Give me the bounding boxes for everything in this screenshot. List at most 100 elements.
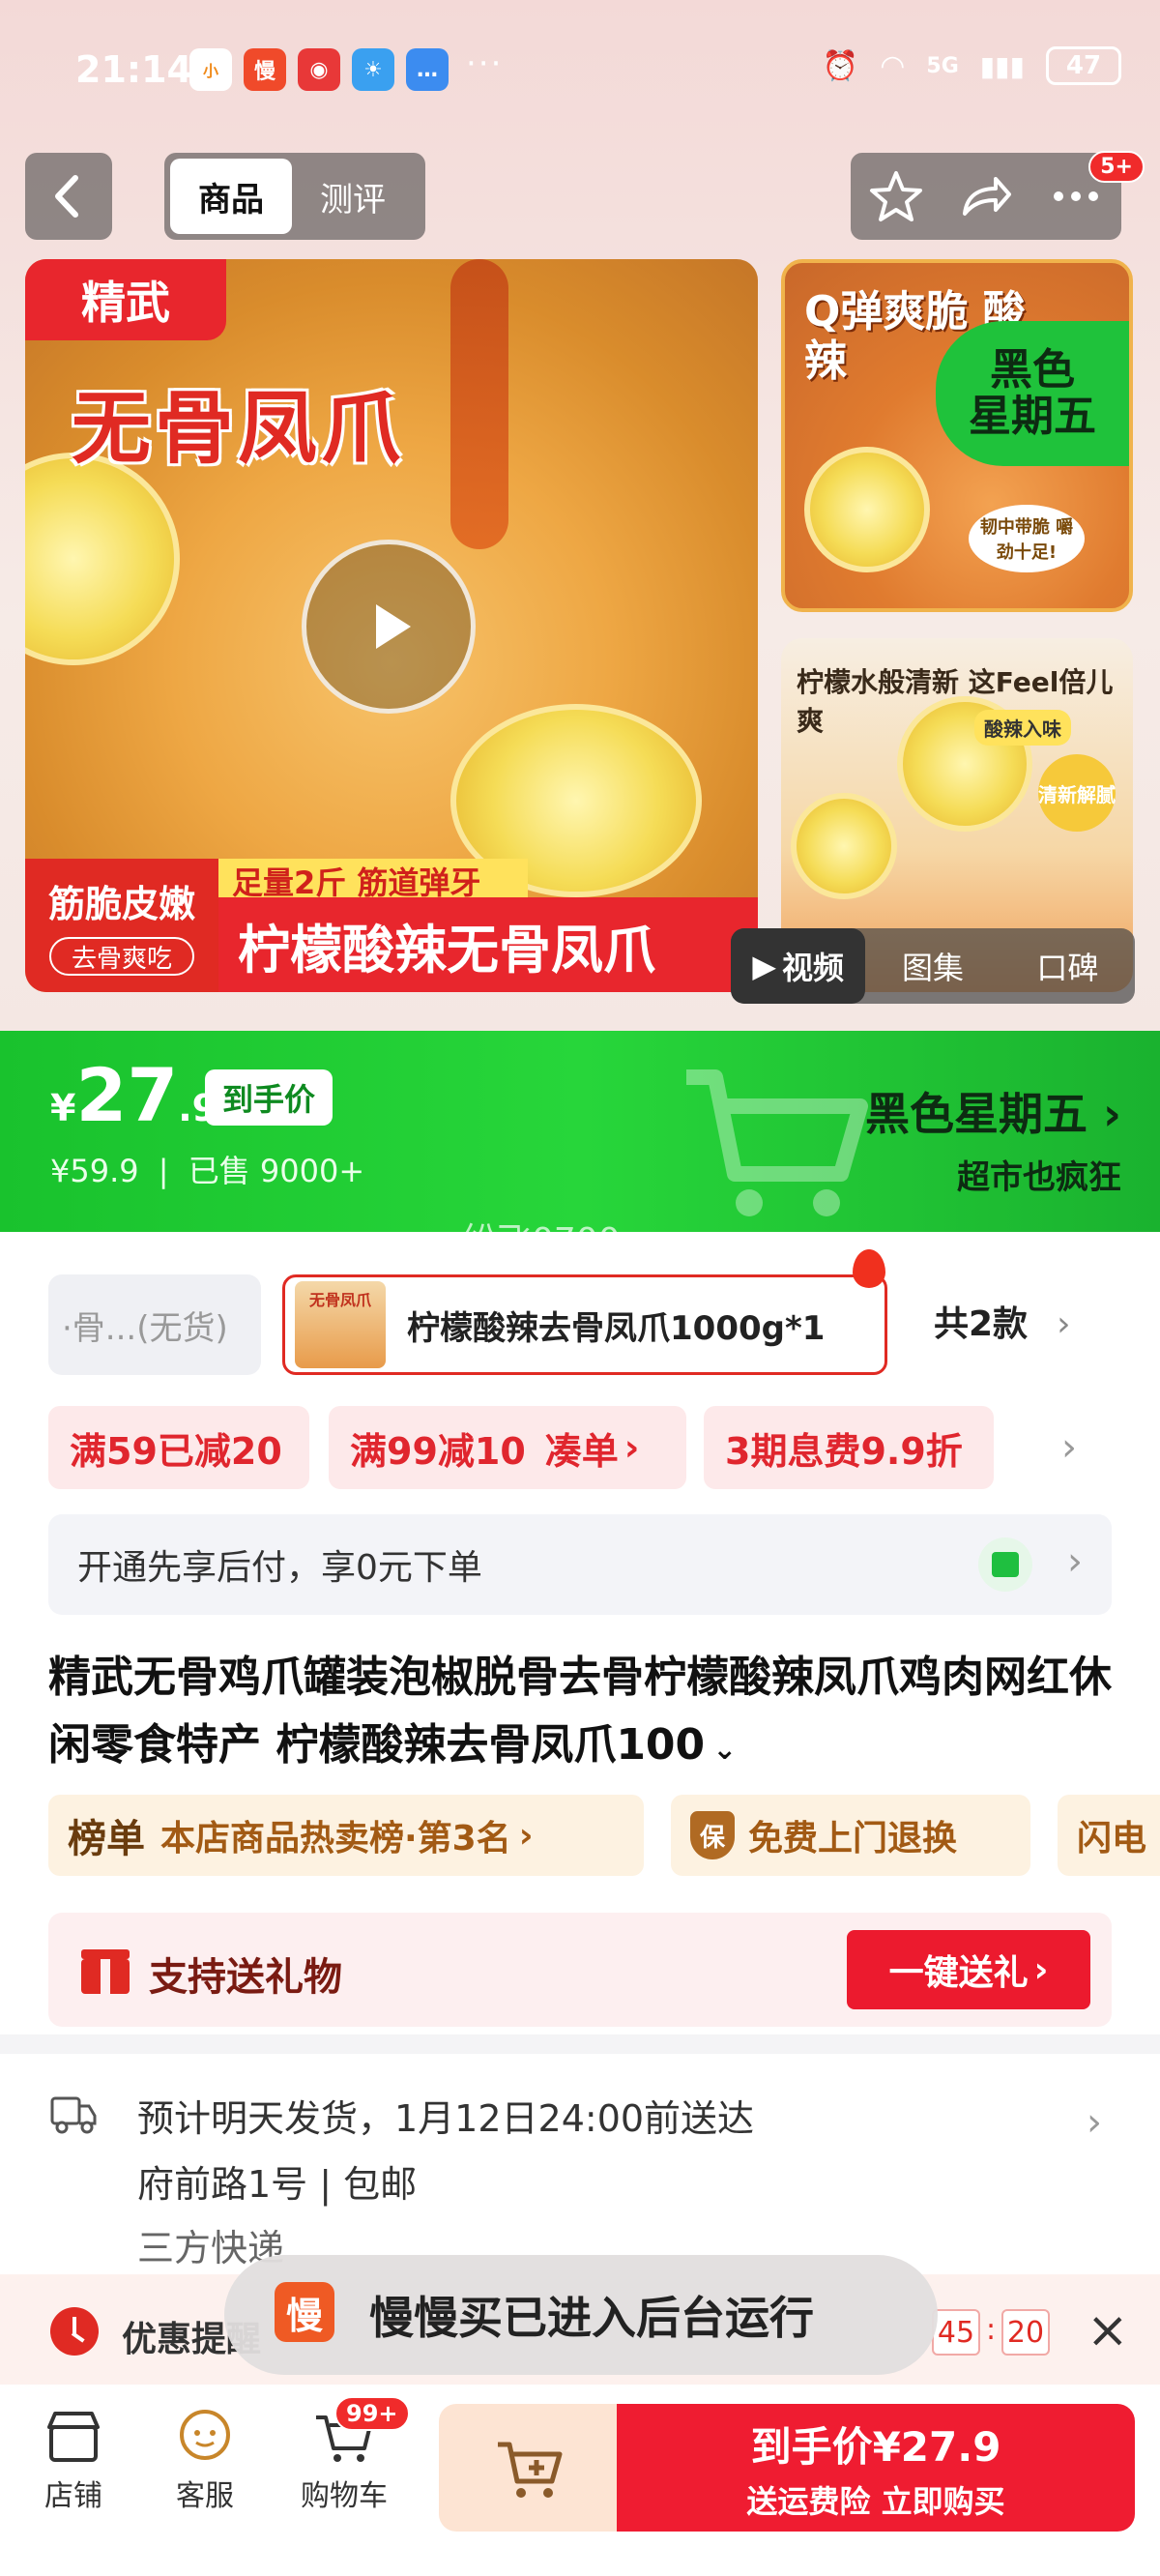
back-button[interactable] bbox=[25, 153, 112, 240]
media-tabs: ▶ 视频 图集 口碑 bbox=[731, 928, 1135, 1004]
ranking-tag[interactable]: 榜单 本店商品热卖榜·第3名 › bbox=[48, 1795, 644, 1876]
store-button[interactable]: 店铺 bbox=[15, 2404, 131, 2514]
status-time: 21:14 bbox=[75, 48, 192, 91]
thumbnail-sticker: 酸辣入味 bbox=[974, 710, 1071, 746]
delivery-eta: 预计明天发货，1月12日24:00前送达 bbox=[137, 2097, 755, 2140]
shopping-bag-icon bbox=[978, 1537, 1032, 1592]
bottom-action-bar: 店铺 客服 购物车 99+ 到手价¥27.9 送运费险 立即购买 bbox=[0, 2385, 1160, 2576]
hot-flame-icon bbox=[853, 1249, 885, 1288]
sku-option-unavailable[interactable]: ·骨...(无货) bbox=[48, 1274, 261, 1375]
play-button[interactable] bbox=[302, 540, 476, 714]
watermark: 纷飞0700 bbox=[462, 1221, 621, 1261]
promo-label: 满99减10 bbox=[350, 1429, 526, 1473]
chevron-right-icon: › bbox=[624, 1426, 640, 1469]
tab-reviews[interactable]: 口碑 bbox=[1000, 928, 1135, 1004]
shopping-cart-5-icon bbox=[686, 1069, 868, 1216]
free-return-tag[interactable]: 保 免费上门退换 bbox=[671, 1795, 1030, 1876]
play-small-icon: ▶ bbox=[752, 948, 776, 984]
delivery-address: 府前路1号 | 包邮 bbox=[137, 2163, 418, 2206]
battery-level: 47 bbox=[1065, 51, 1102, 80]
chevron-left-icon bbox=[55, 175, 78, 218]
status-right: ⏰ ◠ 5G ▮▮▮ 47 bbox=[823, 46, 1121, 85]
share-icon[interactable] bbox=[957, 167, 1015, 225]
countdown-minutes: 45 bbox=[932, 2309, 980, 2356]
store-label: 店铺 bbox=[44, 2479, 102, 2513]
lemon-illustration bbox=[791, 793, 897, 899]
chevron-right-icon[interactable]: › bbox=[1061, 1425, 1077, 1470]
buy-price-label: 到手价¥27.9 bbox=[750, 2422, 1001, 2471]
notif-weather-icon: ☀ bbox=[352, 48, 394, 91]
toast-text: 慢慢买已进入后台运行 bbox=[369, 2292, 814, 2344]
product-title[interactable]: 精武无骨鸡爪罐装泡椒脱骨去骨柠檬酸辣凤爪鸡肉网红休闲零食特产 柠檬酸辣去骨凤爪1… bbox=[48, 1644, 1121, 1784]
sku-count-label: 共2款 bbox=[934, 1304, 1029, 1344]
notif-app-icon: 慢 bbox=[244, 48, 286, 91]
sold-count: 已售 9000+ bbox=[188, 1153, 365, 1189]
play-icon bbox=[376, 604, 411, 649]
gift-icon bbox=[81, 1946, 130, 1994]
customer-service-button[interactable]: 客服 bbox=[147, 2404, 263, 2514]
original-price: ¥59.9 bbox=[50, 1153, 139, 1189]
network-label: 5G bbox=[926, 53, 959, 78]
favorite-star-icon[interactable] bbox=[867, 167, 925, 225]
notif-app-icon: ◉ bbox=[298, 48, 340, 91]
tab-gallery[interactable]: 图集 bbox=[865, 928, 1000, 1004]
shield-icon: 保 bbox=[690, 1811, 735, 1859]
send-gift-button[interactable]: 一键送礼 › bbox=[847, 1930, 1090, 2009]
price-value: ¥ 27 .9 bbox=[50, 1052, 218, 1138]
promo-sub: 超市也疯狂 bbox=[957, 1158, 1121, 1197]
pay-later-row[interactable]: 开通先享后付，享0元下单 › bbox=[48, 1514, 1112, 1615]
banner-left-top: 筋脆皮嫩 bbox=[47, 883, 195, 925]
lemon-illustration bbox=[25, 453, 180, 665]
app-logo-icon: 慢 bbox=[275, 2282, 334, 2342]
tab-video-label: 视频 bbox=[781, 950, 844, 986]
promo-event-title[interactable]: 黑色星期五 › 超市也疯狂 bbox=[865, 1079, 1121, 1198]
thumbnail-sticker: 韧中带脆 嚼劲十足! bbox=[969, 505, 1085, 572]
customer-service-label: 客服 bbox=[176, 2479, 234, 2513]
free-return-text: 免费上门退换 bbox=[748, 1819, 958, 1859]
promo-title: 黑色星期五 bbox=[865, 1088, 1088, 1140]
sku-option-selected[interactable]: 无骨凤爪 柠檬酸辣去骨凤爪1000g*1 bbox=[282, 1274, 887, 1375]
badge-line: 星期五 bbox=[969, 392, 1096, 441]
product-main-image[interactable]: 精武 无骨凤爪 足量2斤 筋道弹牙 柠檬酸辣无骨凤爪 筋脆皮嫩 去骨爽吃 bbox=[25, 259, 758, 992]
chevron-right-icon: › bbox=[1033, 1949, 1049, 1990]
price-currency: ¥ bbox=[50, 1087, 76, 1129]
buy-now-button[interactable]: 到手价¥27.9 送运费险 立即购买 bbox=[617, 2404, 1135, 2532]
sku-label: 柠檬酸辣去骨凤爪1000g*1 bbox=[407, 1308, 826, 1348]
tab-product[interactable]: 商品 bbox=[170, 159, 292, 234]
more-notifications-icon: ··· bbox=[466, 44, 504, 83]
buy-now-label: 送运费险 立即购买 bbox=[746, 2482, 1005, 2520]
countdown-separator: : bbox=[986, 2313, 997, 2347]
sku-count[interactable]: 共2款 › bbox=[934, 1296, 1070, 1346]
ranking-label: 榜单 bbox=[68, 1817, 145, 1861]
product-thumbnail[interactable]: Q弹爽脆 酸辣 韧中带脆 嚼劲十足! 黑色 星期五 bbox=[781, 259, 1133, 612]
black-friday-badge: 黑色 星期五 bbox=[936, 321, 1129, 466]
close-icon[interactable]: × bbox=[1087, 2301, 1129, 2359]
sauce-drip-illustration bbox=[450, 259, 508, 549]
promo-coupon[interactable]: 满59已减20 bbox=[48, 1406, 309, 1489]
wifi-icon: ◠ bbox=[880, 48, 906, 83]
notif-message-icon: … bbox=[406, 48, 449, 91]
banner-main-text: 柠檬酸辣无骨凤爪 bbox=[218, 897, 758, 992]
store-icon bbox=[47, 2412, 100, 2462]
chevron-right-icon: › bbox=[1087, 2100, 1102, 2145]
promo-coupon[interactable]: 满99减10 凑单 › bbox=[329, 1406, 686, 1489]
customer-service-icon bbox=[180, 2410, 230, 2460]
tab-video[interactable]: ▶ 视频 bbox=[731, 928, 866, 1004]
status-bar: 21:14 小 慢 ◉ ☀ … ··· ⏰ ◠ 5G ▮▮▮ 47 bbox=[0, 0, 1160, 145]
promo-installment[interactable]: 3期息费9.9折 bbox=[704, 1406, 994, 1489]
chevron-right-icon: › bbox=[1088, 1088, 1121, 1140]
price-integer: 27 bbox=[75, 1052, 179, 1138]
chevron-right-icon: › bbox=[1057, 1304, 1071, 1344]
send-gift-label: 一键送礼 bbox=[888, 1953, 1029, 1993]
cart-count-badge: 99+ bbox=[334, 2396, 410, 2431]
flash-tag[interactable]: 闪电 bbox=[1058, 1795, 1160, 1876]
add-to-cart-button[interactable] bbox=[439, 2404, 619, 2532]
battery-icon: 47 bbox=[1046, 46, 1121, 85]
tab-review[interactable]: 测评 bbox=[292, 159, 414, 234]
header-actions bbox=[851, 153, 1121, 240]
lemon-illustration bbox=[804, 447, 930, 572]
notif-app-icon: 小 bbox=[189, 48, 232, 91]
image-title: 无骨凤爪 bbox=[72, 383, 405, 475]
banner-left-bottom: 去骨爽吃 bbox=[49, 937, 194, 976]
price-sub: ¥59.9 | 已售 9000+ bbox=[50, 1153, 365, 1189]
